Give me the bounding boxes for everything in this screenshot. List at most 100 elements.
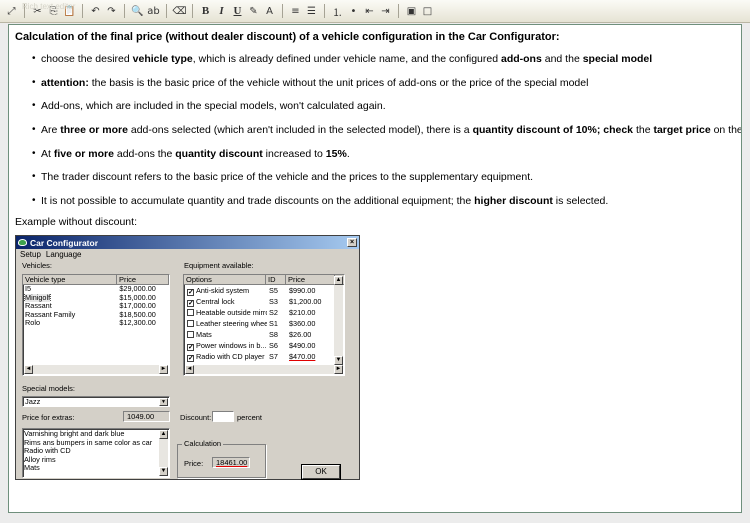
vehicle-row[interactable]: Rassant Family $18,500.00 [23, 311, 169, 320]
scroll-up-icon[interactable]: ▲ [334, 276, 343, 285]
vehicles-list[interactable]: Vehicle type Price I5 $29,000.00 Minigolf $… [22, 274, 170, 376]
document-title: Calculation of the final price (without … [15, 31, 560, 43]
copy-icon[interactable]: ⎘ [46, 3, 61, 19]
scroll-left-icon[interactable]: ◄ [185, 365, 194, 374]
bold-text: target price [653, 124, 711, 137]
checkbox-checked-icon[interactable]: ✓ [187, 300, 194, 307]
scroll-left-icon[interactable]: ◄ [24, 365, 33, 374]
equipment-price: $490.00 [289, 341, 316, 350]
numbered-list-icon[interactable]: ⒈ [330, 3, 345, 19]
vehicle-row[interactable]: Minigolf $15,000.00 [23, 293, 169, 302]
equipment-id: S3 [269, 297, 278, 306]
align-justify-icon[interactable]: ☰ [304, 3, 319, 19]
underline-icon[interactable]: U [230, 3, 245, 19]
equipment-row[interactable]: Heatable outside mirror S2 $210.00 [184, 307, 344, 318]
italic-icon[interactable]: I [214, 3, 229, 19]
redo-icon[interactable]: ↷ [104, 3, 119, 19]
checkbox-icon[interactable] [187, 309, 194, 316]
equipment-row[interactable]: ✓ Power windows in b... S6 $490.00 [184, 340, 344, 351]
bold-text: higher discount [474, 195, 553, 208]
vehicle-row[interactable]: Rolo $12,300.00 [23, 319, 169, 328]
align-left-icon[interactable]: ≡ [288, 3, 303, 19]
close-icon[interactable]: × [347, 238, 357, 247]
bullet-item: It is not possible to accumulate quantit… [15, 194, 735, 208]
text-run: Are [41, 124, 61, 137]
special-models-label: Special models: [22, 384, 75, 393]
column-id[interactable]: ID [266, 275, 286, 284]
bullet-list-icon[interactable]: • [346, 3, 361, 19]
vehicle-row[interactable]: Rassant $17,000.00 [23, 302, 169, 311]
image-icon[interactable]: ▣ [404, 3, 419, 19]
indent-icon[interactable]: ⇥ [378, 3, 393, 19]
horizontal-scrollbar[interactable]: ◄ ► [24, 365, 168, 374]
chevron-down-icon[interactable]: ▼ [159, 398, 168, 406]
bullet-item: choose the desired vehicle type, which i… [15, 52, 735, 66]
replace-icon[interactable]: ab [146, 3, 161, 19]
equipment-price: $210.00 [289, 308, 316, 317]
checkbox-icon[interactable] [187, 320, 194, 327]
clear-format-icon[interactable]: ⌫ [172, 3, 187, 19]
scroll-down-icon[interactable]: ▼ [159, 467, 168, 476]
equipment-label: Equipment available: [184, 261, 254, 270]
text-run: choose the desired [41, 53, 133, 65]
equipment-row[interactable]: ✓ Central lock S3 $1,200.00 [184, 296, 344, 307]
vehicles-label: Vehicles: [22, 261, 53, 270]
vehicle-price: $15,000.00 [119, 293, 156, 302]
menu-setup[interactable]: Setup [20, 250, 41, 259]
bold-text: quantity discount [175, 147, 263, 160]
vehicle-row[interactable]: I5 $29,000.00 [23, 285, 169, 294]
text-run: the [633, 124, 654, 137]
scroll-down-icon[interactable]: ▼ [334, 356, 343, 365]
special-model-select[interactable]: Jazz ▼ [22, 396, 170, 407]
menu-language[interactable]: Language [46, 250, 82, 259]
font-color-icon[interactable]: A [262, 3, 277, 19]
scroll-right-icon[interactable]: ► [159, 365, 168, 374]
expand-icon[interactable]: ⤢ [4, 3, 19, 19]
bold-text: add-ons [500, 53, 542, 65]
window-icon[interactable]: □ [420, 3, 435, 19]
price-field: 18461.00 [212, 457, 250, 468]
checkbox-checked-icon[interactable]: ✓ [187, 289, 194, 296]
scroll-up-icon[interactable]: ▲ [159, 430, 168, 439]
highlight-icon[interactable]: ✎ [246, 3, 261, 19]
vertical-scrollbar[interactable]: ▲ ▼ [159, 430, 168, 476]
model-features-list[interactable]: Varnishing bright and dark blue Rims ans … [22, 428, 170, 478]
column-options[interactable]: Options [184, 275, 266, 284]
bold-text: three or more [60, 124, 128, 137]
discount-input[interactable] [212, 411, 234, 422]
bullet-item: Are three or more add-ons selected (whic… [15, 123, 741, 137]
toolbar-separator [124, 4, 125, 18]
outdent-icon[interactable]: ⇤ [362, 3, 377, 19]
equipment-option: Leather steering wheel [196, 319, 267, 328]
equipment-list-header: Options ID Price [184, 275, 344, 285]
equipment-row[interactable]: ✓ Radio with CD player S7 $470.00 [184, 351, 344, 362]
toolbar-separator [324, 4, 325, 18]
paste-icon[interactable]: 📋 [62, 3, 77, 19]
ok-button[interactable]: OK [301, 464, 341, 480]
vertical-scrollbar[interactable]: ▲ ▼ [334, 276, 343, 365]
equipment-row[interactable]: ✓ Anti-skid system S5 $990.00 [184, 285, 344, 296]
text-run: . [346, 147, 350, 160]
car-configurator-window: Car Configurator × Setup Language Vehicl… [15, 235, 360, 480]
checkbox-icon[interactable] [187, 331, 194, 338]
checkbox-checked-icon[interactable]: ✓ [187, 355, 194, 362]
text-run: is selected. [552, 195, 609, 208]
scroll-right-icon[interactable]: ► [334, 365, 343, 374]
undo-icon[interactable]: ↶ [88, 3, 103, 19]
bold-icon[interactable]: B [198, 3, 213, 19]
feature-item: Alloy rims [24, 454, 56, 464]
cut-icon[interactable]: ✂ [30, 3, 45, 19]
column-price[interactable]: Price [286, 275, 335, 284]
calculation-group: Calculation Price: 18461.00 [177, 439, 266, 478]
checkbox-checked-icon[interactable]: ✓ [187, 344, 194, 351]
horizontal-scrollbar[interactable]: ◄ ► [185, 365, 343, 374]
column-vehicle-type[interactable]: Vehicle type [23, 275, 117, 284]
equipment-row[interactable]: Leather steering wheel S1 $360.00 [184, 318, 344, 329]
column-price[interactable]: Price [117, 275, 169, 284]
bullet-item: attention: the basis is the basic price … [15, 76, 735, 90]
find-icon[interactable]: 🔍 [130, 3, 145, 19]
vehicle-price: $12,300.00 [119, 319, 156, 327]
equipment-row[interactable]: Mats S8 $26.00 [184, 329, 344, 340]
equipment-list[interactable]: Options ID Price ✓ Anti-skid system S5 $990… [183, 274, 345, 376]
text-run: add-ons the [113, 147, 176, 160]
